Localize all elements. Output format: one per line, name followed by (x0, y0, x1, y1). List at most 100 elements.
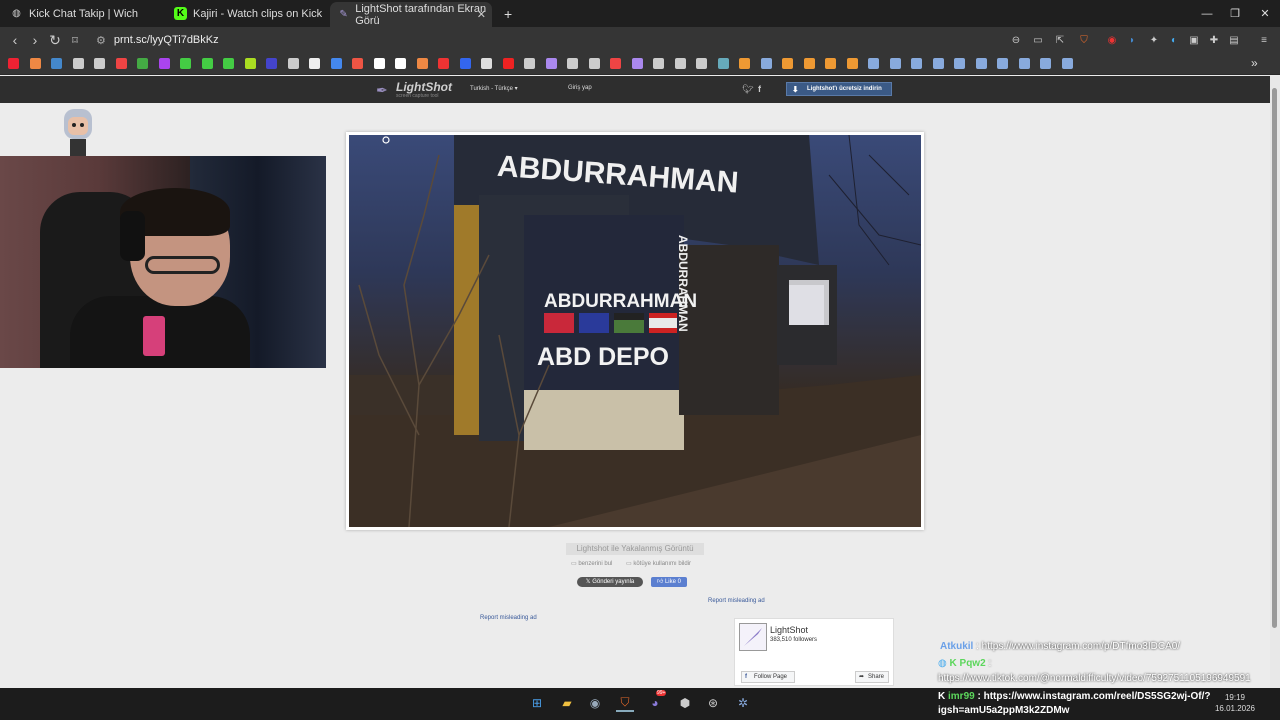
bookmark-icon[interactable] (997, 58, 1008, 69)
extensions-puzzle-icon[interactable]: ✚ (1206, 32, 1222, 48)
bookmark-icon[interactable] (266, 58, 277, 69)
bookmark-icon[interactable] (696, 58, 707, 69)
bookmark-icon[interactable] (416, 58, 428, 69)
bookmarks-overflow-icon[interactable]: » (1251, 56, 1258, 70)
bookmark-icon[interactable] (481, 58, 492, 69)
back-icon[interactable]: ‹ (6, 31, 24, 49)
bookmark-icon[interactable] (975, 58, 987, 69)
bookmark-icon[interactable] (8, 58, 19, 69)
bookmark-icon[interactable] (889, 58, 901, 69)
bookmark-icon[interactable]: ⌑ (66, 31, 84, 49)
steam-icon[interactable]: ◉ (586, 694, 604, 712)
extension-icon[interactable]: ◗ (1124, 32, 1140, 48)
forward-icon[interactable]: › (26, 31, 44, 49)
menu-icon[interactable]: ≡ (1256, 32, 1272, 48)
close-window-button[interactable]: ✕ (1248, 0, 1280, 27)
site-info-icon[interactable]: ⚙ (96, 34, 106, 47)
extension-icon[interactable]: ◐ (1166, 32, 1182, 48)
tab-kajiri[interactable]: K Kajiri - Watch clips on Kick (166, 0, 326, 27)
twitter-icon[interactable]: 🐦︎ (742, 84, 753, 95)
bookmark-icon[interactable] (1040, 58, 1051, 69)
follow-page-button[interactable]: f Follow Page (741, 671, 795, 683)
bookmark-icon[interactable] (94, 58, 105, 69)
close-tab-icon[interactable]: ✕ (477, 8, 486, 21)
bookmark-icon[interactable] (330, 58, 342, 69)
facebook-like-button[interactable]: 👍︎ Like 0 (651, 577, 687, 587)
reload-icon[interactable]: ↻ (46, 31, 64, 49)
bookmark-icon[interactable] (459, 58, 471, 69)
bookmark-icon[interactable] (567, 58, 578, 69)
bookmark-icon[interactable] (524, 58, 535, 69)
bookmark-icon[interactable] (760, 58, 772, 69)
tab-kick-chat[interactable]: ◍ Kick Chat Takip | Wich (2, 0, 162, 27)
tab-lightshot[interactable]: ✎ LightShot tarafından Ekran Görü ✕ (330, 2, 492, 27)
report-abuse-link[interactable]: ▭ kötüye kullanımı bildir (626, 560, 691, 567)
download-button[interactable]: ⬇ Lightshot'ı ücretsiz indirin (786, 82, 892, 96)
bookmark-icon[interactable] (631, 58, 643, 69)
bookmark-icon[interactable] (1018, 58, 1030, 69)
new-tab-button[interactable]: + (496, 0, 516, 27)
page-scrollbar[interactable] (1270, 76, 1280, 688)
language-select[interactable]: Turkish - Türkçe ▾ (470, 85, 518, 92)
bookmark-icon[interactable] (395, 58, 406, 69)
bookmark-icon[interactable] (223, 58, 234, 69)
cast-icon[interactable]: ▭ (1030, 32, 1046, 48)
login-link[interactable]: Giriş yap (568, 85, 592, 91)
bookmark-icon[interactable] (158, 58, 170, 69)
bookmark-icon[interactable] (932, 58, 944, 69)
bookmark-icon[interactable] (803, 58, 815, 69)
brave-shield-icon[interactable]: ⛉ (1076, 32, 1092, 48)
sidebar-icon[interactable]: ▤ (1226, 32, 1242, 48)
bookmark-icon[interactable] (674, 58, 686, 69)
extension-icon[interactable]: ▣ (1186, 32, 1202, 48)
screenshot-image[interactable]: ABDURRAHMAN ABDURRAHMAN ABD DEPO ABDURRA… (349, 135, 921, 527)
bookmark-icon[interactable] (352, 58, 363, 69)
bookmark-icon[interactable] (868, 58, 879, 69)
maximize-button[interactable]: ❐ (1218, 0, 1252, 27)
bookmark-icon[interactable] (51, 58, 62, 69)
bookmark-icon[interactable] (739, 58, 750, 69)
app-icon[interactable]: ⊛ (704, 694, 722, 712)
extension-icon[interactable]: ✦ (1146, 32, 1162, 48)
lightshot-logo[interactable]: ✒ LightShot screen capture tool (376, 80, 456, 100)
bookmark-icon[interactable] (287, 58, 299, 69)
bookmark-icon[interactable] (653, 58, 664, 69)
bookmark-icon[interactable] (545, 58, 557, 69)
share-icon[interactable]: ⇱ (1052, 32, 1068, 48)
bookmark-icon[interactable] (201, 58, 213, 69)
bookmark-icon[interactable] (180, 58, 191, 69)
bookmark-icon[interactable] (1061, 58, 1073, 69)
bookmark-icon[interactable] (244, 58, 256, 69)
zoom-icon[interactable]: ⊖ (1008, 32, 1024, 48)
address-bar[interactable]: ⚙ prnt.sc/lyyQTi7dBkKz (88, 30, 1008, 50)
bookmark-icon[interactable] (782, 58, 793, 69)
bookmark-icon[interactable] (72, 58, 84, 69)
bookmark-icon[interactable] (825, 58, 836, 69)
report-ad-link[interactable]: Report misleading ad (480, 615, 537, 621)
bookmark-icon[interactable] (588, 58, 600, 69)
bookmark-icon[interactable] (373, 58, 385, 69)
bookmark-icon[interactable] (846, 58, 858, 69)
page-name[interactable]: LightShot (770, 625, 808, 635)
brave-icon[interactable]: ⛉ (616, 694, 634, 712)
bookmark-icon[interactable] (911, 58, 922, 69)
share-button[interactable]: ➦ Share (855, 671, 889, 683)
app-icon[interactable]: ✲ (734, 694, 752, 712)
find-similar-link[interactable]: ▭ benzerini bul (571, 560, 612, 567)
bookmark-icon[interactable] (29, 58, 41, 69)
app-icon[interactable]: ⬢ (676, 694, 694, 712)
bookmark-icon[interactable] (717, 58, 729, 69)
ublock-icon[interactable]: ◉ (1104, 32, 1120, 48)
bookmark-icon[interactable] (438, 58, 449, 69)
bookmark-icon[interactable] (309, 58, 320, 69)
discord-icon[interactable]: ◕ 99+ (646, 690, 667, 712)
start-icon[interactable]: ⊞ (528, 694, 546, 712)
report-ad-link[interactable]: Report misleading ad (708, 598, 765, 604)
tweet-button[interactable]: 𝕏 Gönderi yayınla (577, 577, 643, 587)
bookmark-icon[interactable] (954, 58, 965, 69)
facebook-icon[interactable]: f (758, 84, 761, 94)
bookmark-icon[interactable] (502, 58, 514, 69)
bookmark-icon[interactable] (610, 58, 621, 69)
bookmark-icon[interactable] (137, 58, 148, 69)
system-clock[interactable]: 19:19 16.01.2026 (1210, 692, 1260, 714)
